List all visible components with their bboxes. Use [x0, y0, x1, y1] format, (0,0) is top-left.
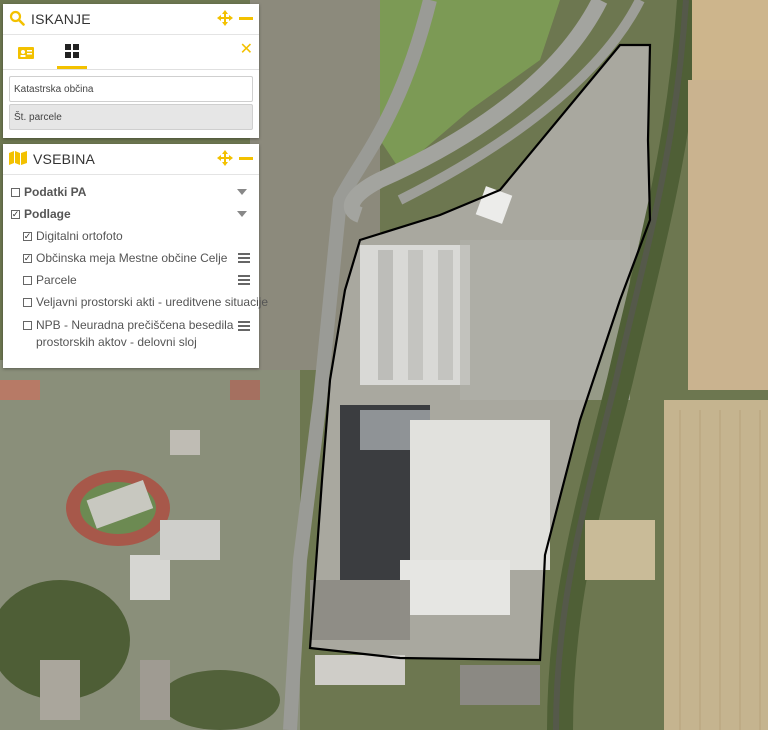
close-icon[interactable]: ✕	[240, 39, 253, 59]
layer-item-veljavni-prostorski-akti[interactable]: Veljavni prostorski akti - ureditvene si…	[11, 291, 268, 313]
cadastral-municipality-input[interactable]: Katastrska občina	[9, 76, 253, 102]
layer-group-podlage[interactable]: ✓ Podlage	[11, 203, 251, 225]
move-icon[interactable]	[217, 9, 233, 29]
layer-group-podatki-pa[interactable]: Podatki PA	[11, 181, 251, 203]
map-icon	[9, 150, 27, 168]
checkbox-npb[interactable]	[23, 321, 32, 330]
crop-field	[585, 520, 655, 580]
menu-icon[interactable]	[238, 253, 250, 263]
search-panel-title: ISKANJE	[31, 11, 91, 27]
grid-icon	[65, 44, 79, 61]
roof-stripe	[438, 250, 453, 380]
checkbox-parcele[interactable]	[23, 275, 32, 285]
search-tabs: ✕	[3, 35, 259, 70]
content-panel: VSEBINA Podatki PA ✓ Podlage ✓ Digitalni…	[3, 144, 268, 368]
layer-item-obcinska-meja[interactable]: ✓ Občinska meja Mestne občine Celje	[11, 247, 251, 269]
layer-item-label: Občinska meja Mestne občine Celje	[36, 251, 228, 265]
building	[0, 380, 40, 400]
building-south	[315, 655, 405, 685]
crop-field	[688, 80, 768, 390]
tree-patch	[160, 670, 280, 730]
checkbox-podlage[interactable]: ✓	[11, 209, 20, 219]
minimize-icon[interactable]	[239, 11, 253, 28]
building	[140, 660, 170, 720]
checkbox-digitalni-ortofoto[interactable]: ✓	[23, 231, 32, 241]
parcel-number-input[interactable]: Št. parcele	[9, 104, 253, 130]
roof-stripe	[408, 250, 423, 380]
menu-icon[interactable]	[238, 275, 250, 285]
building-south-2	[460, 665, 540, 705]
menu-icon[interactable]	[238, 321, 250, 331]
layer-group-label: Podlage	[24, 207, 71, 221]
parcel-number-placeholder: Št. parcele	[14, 111, 62, 123]
search-panel: ISKANJE ✕ Katastrska občina Št. parcele	[3, 4, 259, 138]
roof-stripe	[378, 250, 393, 380]
building	[170, 430, 200, 455]
building	[130, 555, 170, 600]
checkbox-veljavni-prostorski-akti[interactable]	[23, 297, 32, 307]
checkbox-podatki-pa[interactable]	[11, 187, 20, 197]
content-panel-header: VSEBINA	[3, 144, 259, 175]
minimize-icon[interactable]	[239, 151, 253, 168]
crop-field	[692, 0, 768, 80]
id-card-icon	[18, 46, 34, 62]
content-panel-title: VSEBINA	[33, 151, 96, 167]
layer-item-npb[interactable]: NPB - Neuradna prečiščena besedila prost…	[11, 313, 251, 351]
cadastral-municipality-placeholder: Katastrska občina	[14, 83, 94, 95]
building	[230, 380, 260, 400]
layer-item-parcele[interactable]: Parcele	[11, 269, 251, 291]
warehouse-annex	[400, 560, 510, 615]
layer-item-label: Digitalni ortofoto	[36, 229, 123, 243]
layer-list: Podatki PA ✓ Podlage ✓ Digitalni ortofot…	[3, 175, 268, 351]
chevron-down-icon[interactable]	[237, 189, 247, 195]
building	[40, 660, 80, 720]
checkbox-obcinska-meja[interactable]: ✓	[23, 253, 32, 263]
warehouse-south	[410, 420, 550, 570]
yard	[460, 240, 630, 400]
move-icon[interactable]	[217, 149, 233, 169]
layer-item-digitalni-ortofoto[interactable]: ✓ Digitalni ortofoto	[11, 225, 251, 247]
tab-parcel-search[interactable]	[57, 39, 87, 69]
chevron-down-icon[interactable]	[237, 211, 247, 217]
building	[160, 520, 220, 560]
layer-item-label: NPB - Neuradna prečiščena besedila prost…	[36, 318, 234, 349]
search-icon	[9, 10, 25, 29]
layer-item-label: Parcele	[36, 273, 77, 287]
parking-lot	[310, 580, 410, 640]
tab-id-search[interactable]	[11, 39, 41, 69]
layer-item-label: Veljavni prostorski akti - ureditvene si…	[36, 295, 269, 309]
search-panel-header: ISKANJE	[3, 4, 259, 35]
layer-group-label: Podatki PA	[24, 185, 87, 199]
